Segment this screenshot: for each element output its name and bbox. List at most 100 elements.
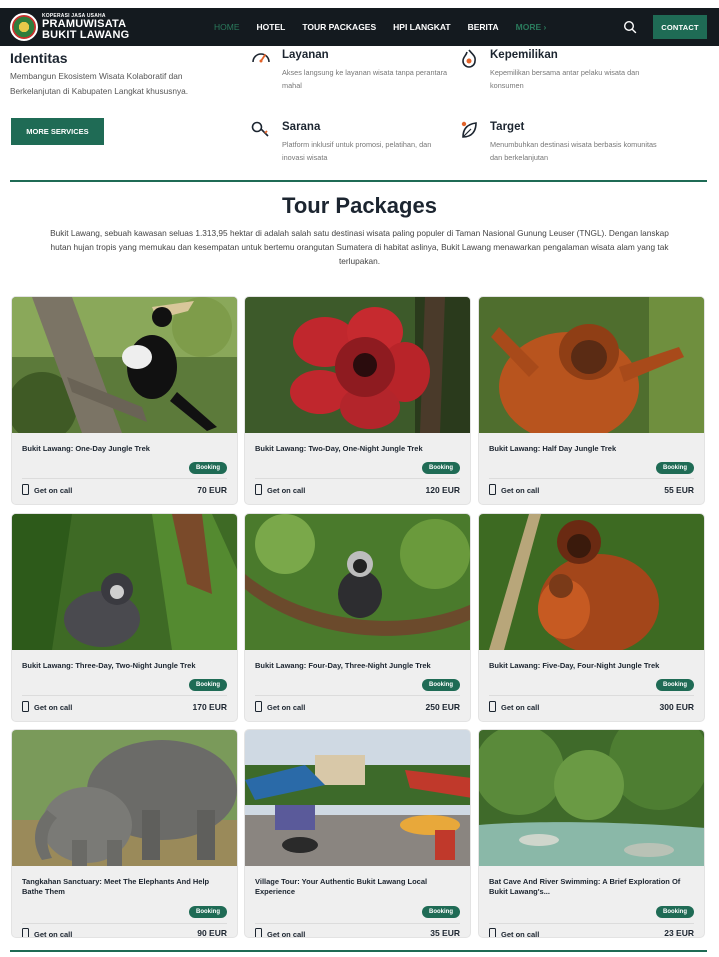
card-title[interactable]: Bukit Lawang: Four-Day, Three-Night Jung… (255, 661, 460, 671)
rafflesia-photo[interactable] (245, 297, 470, 433)
card-divider (255, 478, 460, 479)
feature-title: Target (490, 121, 525, 133)
get-on-call-link[interactable]: Get on call (267, 486, 305, 495)
card-title[interactable]: Bukit Lawang: Three-Day, Two-Night Jungl… (22, 661, 227, 671)
tour-card[interactable]: Bukit Lawang: Three-Day, Two-Night Jungl… (11, 513, 238, 722)
get-on-call-link[interactable]: Get on call (34, 486, 72, 495)
card-price: 55 EUR (664, 485, 694, 495)
card-price: 120 EUR (425, 485, 461, 495)
card-divider (489, 478, 694, 479)
card-divider (22, 695, 227, 696)
card-title[interactable]: Bukit Lawang: Two-Day, One-Night Jungle … (255, 444, 460, 454)
langur-photo[interactable] (12, 514, 237, 650)
card-divider (489, 923, 694, 924)
card-price: 250 EUR (425, 702, 461, 712)
logo-title-line2: BUKIT LAWANG (42, 28, 130, 41)
tour-card[interactable]: Tangkahan Sanctuary: Meet The Elephants … (11, 729, 238, 938)
tour-card[interactable]: Bukit Lawang: Two-Day, One-Night Jungle … (244, 296, 471, 505)
thomas-leaf-monkey-photo[interactable] (245, 514, 470, 650)
river-photo[interactable] (479, 730, 704, 866)
feature-description: Kepemilikan bersama antar pelaku wisata … (490, 68, 640, 90)
phone-icon (255, 701, 262, 712)
phone-icon (489, 928, 496, 937)
search-icon[interactable] (623, 20, 637, 34)
card-price: 300 EUR (659, 702, 695, 712)
elephants-photo[interactable] (12, 730, 237, 866)
card-divider (255, 695, 460, 696)
tour-card[interactable]: Bat Cave And River Swimming: A Brief Exp… (478, 729, 705, 938)
phone-icon (489, 484, 496, 495)
card-price: 70 EUR (197, 485, 227, 495)
more-services-button[interactable]: MORE SERVICES (11, 118, 104, 145)
nav-hpi-langkat[interactable]: HPI LANGKAT (393, 22, 450, 32)
tour-card[interactable]: Bukit Lawang: Half Day Jungle Trek Booki… (478, 296, 705, 505)
feature-description: Menumbuhkan destinasi wisata berbasis ko… (490, 140, 657, 162)
orangutan-mother-baby-photo[interactable] (479, 514, 704, 650)
top-navbar: KOPERASI JASA USAHA PRAMUWISATA BUKIT LA… (0, 8, 719, 46)
booking-badge[interactable]: Booking (189, 906, 227, 918)
card-divider (489, 695, 694, 696)
card-price: 35 EUR (430, 928, 460, 938)
card-title[interactable]: Bukit Lawang: Half Day Jungle Trek (489, 444, 694, 454)
tour-card[interactable]: Bukit Lawang: One-Day Jungle Trek Bookin… (11, 296, 238, 505)
orangutan-photo[interactable] (479, 297, 704, 433)
feature-title: Kepemilikan (490, 49, 558, 61)
booking-badge[interactable]: Booking (189, 462, 227, 474)
get-on-call-link[interactable]: Get on call (501, 486, 539, 495)
booking-badge[interactable]: Booking (189, 679, 227, 691)
phone-icon (22, 928, 29, 937)
tour-card[interactable]: Bukit Lawang: Four-Day, Three-Night Jung… (244, 513, 471, 722)
get-on-call-link[interactable]: Get on call (34, 703, 72, 712)
contact-button[interactable]: CONTACT (653, 15, 707, 39)
phone-icon (255, 928, 262, 937)
get-on-call-link[interactable]: Get on call (34, 930, 72, 937)
get-on-call-link[interactable]: Get on call (267, 703, 305, 712)
tour-card[interactable]: Village Tour: Your Authentic Bukit Lawan… (244, 729, 471, 938)
card-price: 23 EUR (664, 928, 694, 938)
card-divider (22, 923, 227, 924)
card-price: 90 EUR (197, 928, 227, 938)
booking-badge[interactable]: Booking (422, 679, 460, 691)
tour-packages-heading: Tour Packages (282, 193, 437, 218)
feature-description: Platform inklusif untuk promosi, pelatih… (282, 140, 432, 162)
feature-title: Layanan (282, 49, 329, 61)
feature-title: Sarana (282, 121, 321, 133)
card-title[interactable]: Village Tour: Your Authentic Bukit Lawan… (255, 877, 460, 896)
nav-berita[interactable]: BERITA (468, 22, 499, 32)
logo-title-line1: PRAMUWISATA (42, 17, 127, 30)
tour-packages-description: Bukit Lawang, sebuah kawasan seluas 1.31… (50, 228, 669, 266)
leaf-icon (461, 121, 477, 138)
tour-card[interactable]: Bukit Lawang: Five-Day, Four-Night Jungl… (478, 513, 705, 722)
booking-badge[interactable]: Booking (422, 462, 460, 474)
identitas-heading: Identitas (10, 50, 68, 66)
card-price: 170 EUR (192, 702, 228, 712)
phone-icon (22, 701, 29, 712)
hornbill-photo[interactable] (12, 297, 237, 433)
booking-badge[interactable]: Booking (656, 906, 694, 918)
nav-home[interactable]: HOME (214, 22, 240, 32)
booking-badge[interactable]: Booking (656, 462, 694, 474)
phone-icon (489, 701, 496, 712)
phone-icon (255, 484, 262, 495)
gauge-icon (252, 53, 270, 63)
booking-badge[interactable]: Booking (422, 906, 460, 918)
card-title[interactable]: Bat Cave And River Swimming: A Brief Exp… (489, 877, 694, 896)
card-divider (22, 478, 227, 479)
footer-divider (10, 950, 707, 952)
logo-emblem-icon (10, 13, 38, 41)
card-title[interactable]: Bukit Lawang: Five-Day, Four-Night Jungl… (489, 661, 694, 671)
village-market-photo[interactable] (245, 730, 470, 866)
nav-tour-packages[interactable]: TOUR PACKAGES (302, 22, 376, 32)
site-logo[interactable]: KOPERASI JASA USAHA PRAMUWISATA BUKIT LA… (10, 12, 129, 42)
key-icon (251, 121, 269, 137)
get-on-call-link[interactable]: Get on call (267, 930, 305, 937)
nav-hotel[interactable]: HOTEL (257, 22, 286, 32)
card-title[interactable]: Tangkahan Sanctuary: Meet The Elephants … (22, 877, 227, 896)
card-title[interactable]: Bukit Lawang: One-Day Jungle Trek (22, 444, 227, 454)
booking-badge[interactable]: Booking (656, 679, 694, 691)
flame-icon (462, 49, 476, 68)
get-on-call-link[interactable]: Get on call (501, 930, 539, 937)
get-on-call-link[interactable]: Get on call (501, 703, 539, 712)
nav-more[interactable]: MORE › (516, 22, 547, 32)
feature-description: Akses langsung ke layanan wisata tanpa p… (282, 68, 448, 90)
